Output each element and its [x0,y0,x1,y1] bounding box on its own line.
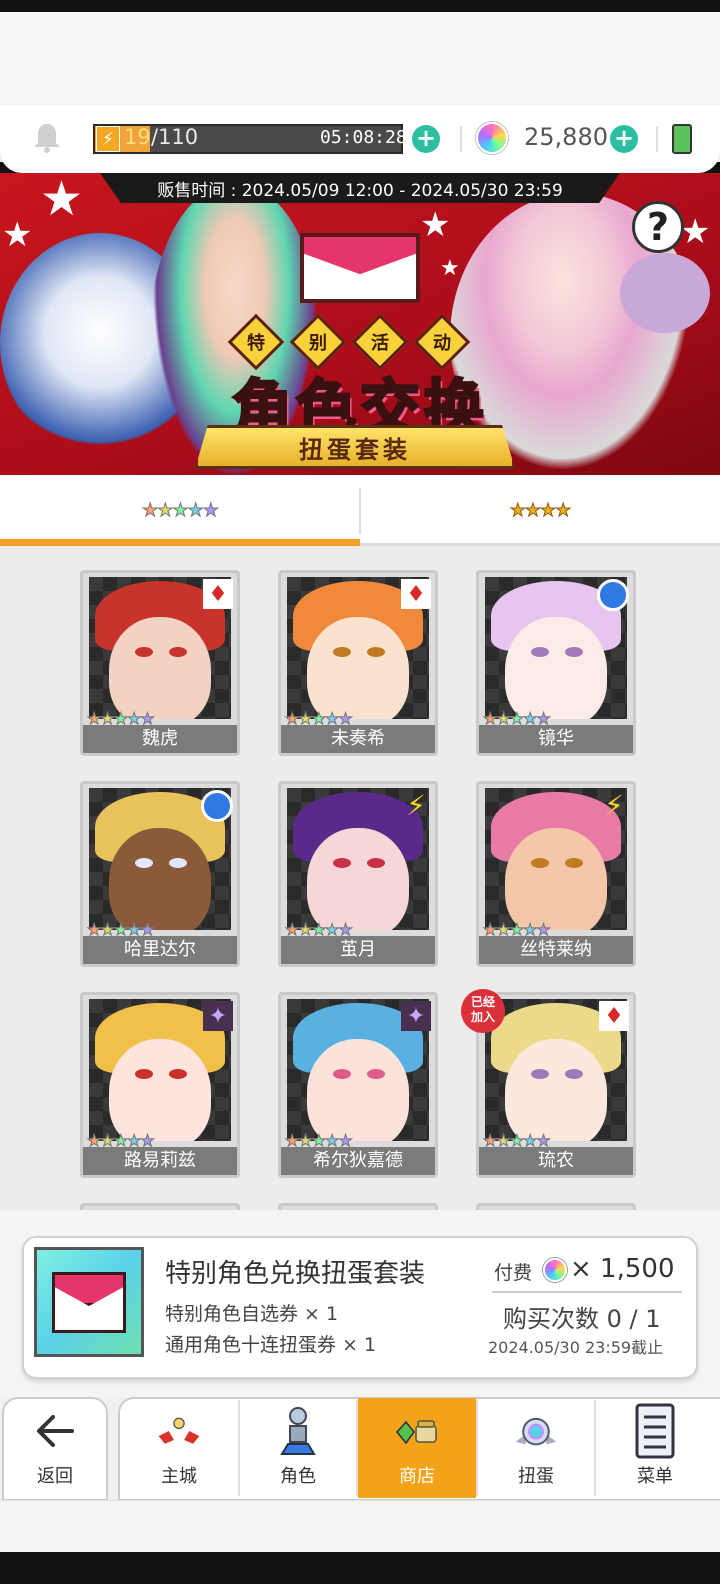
character-card[interactable]: ★★★★★ 哈里达尔 [80,781,240,967]
deadline-text: 2024.05/30 23:59截止 [488,1338,664,1357]
back-label: 返回 [37,1466,73,1487]
gem-icon [543,1258,567,1282]
star-decoration: ★ [440,256,460,281]
character-card[interactable]: ⚡ ★★★★★ 茧月 [278,781,438,967]
header-divider [460,126,462,152]
star-decoration: ★ [2,215,33,255]
nav-home-label: 主城 [161,1466,197,1487]
menu-icon [632,1403,678,1459]
character-name: 哈里达尔 [83,936,237,964]
bell-icon[interactable] [32,122,62,154]
character-name: 希尔狄嘉德 [281,1147,435,1175]
tab-5-star[interactable]: ★★★★★ [0,475,360,545]
fire-element-icon: ♦ [401,579,431,609]
nav-gacha-label: 扭蛋 [518,1466,554,1487]
character-name: 魏虎 [83,725,237,753]
water-element-icon [201,790,233,822]
sale-period-text: 贩售时间 : 2024.05/09 12:00 - 2024.05/30 23:… [157,181,563,201]
dark-element-icon: ✦ [203,1001,233,1031]
character-card[interactable]: ✦ ★★★★★ 希尔狄嘉德 [278,992,438,1178]
price-divider [492,1291,682,1293]
item-content-1: 特别角色自选券 × 1 [165,1303,339,1325]
character-name: 茧月 [281,936,435,964]
owned-badge: 已经 加入 [461,989,505,1033]
character-card[interactable]: ★★★★★ 镜华 [476,570,636,756]
star-decoration: ★ [40,173,84,227]
character-card[interactable]: ✦ ★★★★★ 路易莉兹 [80,992,240,1178]
character-icon [275,1407,321,1455]
back-button[interactable]: 返回 [4,1398,106,1498]
gem-icon [476,122,508,154]
gem-count: 25,880 [524,123,608,151]
nav-menu[interactable]: 菜单 [596,1398,714,1498]
character-card[interactable]: ♦ ★★★★★ 未奏希 [278,570,438,756]
add-gems-button[interactable]: + [610,125,638,153]
fire-element-icon: ♦ [599,1001,629,1031]
system-nav-bar [0,1552,720,1584]
character-grid: ♦ ★★★★★ 魏虎 ♦ ★★★★★ 未奏希 ★★★★★ 镜华 ★★★★★ 哈里 [0,546,720,1223]
thunder-element-icon: ⚡ [406,788,426,822]
price-value: × 1,500 [570,1254,675,1284]
character-name: 琉农 [479,1147,633,1175]
envelope-illustration [300,233,420,303]
stamina-bolt-icon: ⚡ [96,126,120,152]
header-divider [656,126,658,152]
home-icon [156,1408,202,1454]
character-name: 镜华 [479,725,633,753]
character-name: 路易莉兹 [83,1147,237,1175]
status-bar [0,0,720,12]
nav-home[interactable]: 主城 [120,1398,238,1498]
nav-gacha[interactable]: 扭蛋 [478,1398,594,1498]
price-label: 付费 [494,1262,533,1284]
purchase-count: 购买次数 0 / 1 [503,1305,661,1333]
character-name: 丝特莱纳 [479,936,633,964]
tab-4-star[interactable]: ★★★★ [360,475,720,545]
tab-divider [359,488,361,534]
thunder-element-icon: ⚡ [604,788,624,822]
stamina-timer: 05:08:28 [320,127,407,148]
character-card[interactable]: 已经 加入 ♦ ★★★★★ 琉农 [461,989,636,1178]
help-button[interactable]: ? [632,201,684,253]
add-stamina-button[interactable]: + [412,125,440,153]
fire-element-icon: ♦ [203,579,233,609]
shop-icon [394,1408,440,1454]
bottom-strip [0,1500,720,1552]
dark-element-icon: ✦ [401,1001,431,1031]
back-arrow-icon [32,1408,78,1454]
tab-4-star-label: ★★★★ [509,499,572,521]
nav-characters-label: 角色 [280,1466,316,1487]
character-name: 未奏希 [281,725,435,753]
item-content-2: 通用角色十连扭蛋券 × 1 [165,1334,377,1356]
item-title: 特别角色兑换扭蛋套装 [165,1259,426,1289]
stamina-max: /110 [151,125,199,149]
character-card[interactable]: ⚡ ★★★★★ 丝特莱纳 [476,781,636,967]
mascot-illustration [620,253,710,333]
water-element-icon [597,579,629,611]
tab-5-star-label: ★★★★★ [142,499,220,521]
nav-menu-label: 菜单 [637,1466,673,1487]
nav-shop[interactable]: 商店 [358,1398,476,1498]
stamina-current: 19 [124,125,151,149]
nav-characters[interactable]: 角色 [240,1398,356,1498]
battery-icon [672,124,692,154]
event-ribbon-text: 扭蛋套装 [299,436,411,464]
active-tab-indicator [0,539,360,546]
character-card[interactable]: ♦ ★★★★★ 魏虎 [80,570,240,756]
star-decoration: ★ [420,205,451,245]
star-decoration: ★ [680,212,711,252]
gacha-icon [513,1408,559,1454]
nav-shop-label: 商店 [399,1466,435,1487]
